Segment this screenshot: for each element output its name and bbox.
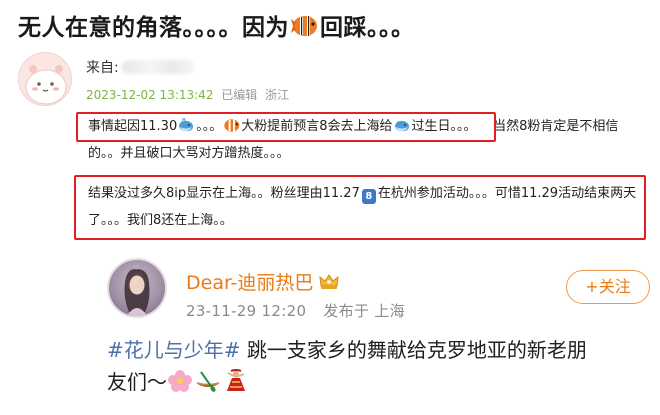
paragraph-2-line-1: 结果没过多久8ip显示在上海。。粉丝理由11.27 8 在杭州参加活动。。。可惜11… (88, 180, 648, 207)
paragraph-1-line-2: 的。。并且破口大骂对方蹭热度。。。 (88, 146, 290, 161)
embed-publish-location: 发布于 上海 (323, 302, 405, 320)
source-label: 来自: (86, 60, 119, 76)
source-line: 来自: (86, 57, 194, 77)
portrait-avatar-icon: ♡ (124, 264, 150, 316)
embed-text: #花儿与少年# 跳一支家乡的舞献给克罗地亚的新老朋 友们～ (107, 334, 652, 398)
number-8-badge-icon: 8 (361, 189, 376, 204)
paragraph-1-line-1: 事情起因11.30 。。。 大粉提前预言8会去上海给 过生日。。。 当然8粉肯定… (88, 113, 648, 140)
embed-text-1: 跳一支家乡的舞献给克罗地亚的新老朋 (240, 338, 587, 362)
embed-avatar[interactable]: ♡ (107, 258, 167, 318)
edited-label[interactable]: 已编辑 (221, 88, 257, 102)
paragraph-2-line-2: 了。。。我们8还在上海。。 (88, 213, 233, 228)
text-segment: 在杭州参加活动。。。可惜11.29活动结束两天 (377, 186, 637, 201)
flower-emoji-icon (168, 370, 192, 392)
embed-author-name[interactable]: Dear-迪丽热巴 (186, 268, 340, 295)
page-title: 无人在意的角落。。。。因为 回踩。。。 (18, 8, 415, 42)
follow-button[interactable]: +关注 (566, 270, 650, 304)
post-header: 来自: 2023-12-02 13:13:42 已编辑 浙江 (18, 48, 638, 110)
embed-text-2: 友们～ (107, 370, 167, 394)
canoe-emoji-icon (196, 371, 220, 392)
post-paragraph-1: 事情起因11.30 。。。 大粉提前预言8会去上海给 过生日。。。 当然8粉肯定… (88, 113, 648, 167)
post-date: 2023-12-02 13:13:42 (86, 88, 214, 102)
title-text-before: 无人在意的角落。。。。因为 (18, 15, 289, 41)
embed-text-line-1: #花儿与少年# 跳一支家乡的舞献给克罗地亚的新老朋 (107, 334, 652, 366)
text-segment: 当然8粉肯定是不相信 (493, 119, 619, 134)
cartoon-avatar-icon (25, 65, 67, 105)
embed-text-line-2: 友们～ (107, 366, 652, 398)
text-segment: 过生日。。。 (411, 119, 477, 134)
text-segment: 大粉提前预言8会去上海给 (241, 119, 393, 134)
avatar[interactable] (18, 52, 72, 106)
text-segment: 事情起因11.30 (88, 119, 178, 134)
embed-date: 23-11-29 12:20 (186, 302, 307, 320)
post-location: 浙江 (265, 88, 290, 102)
blurred-username (121, 60, 194, 74)
fish-emoji-icon (291, 16, 317, 36)
embedded-post: ♡ Dear-迪丽热巴 23-11-29 12:20 发布于 上海 +关注 #花… (70, 242, 660, 415)
post-paragraph-2: 结果没过多久8ip显示在上海。。粉丝理由11.27 8 在杭州参加活动。。。可惜11… (88, 180, 648, 234)
fish-emoji-icon (224, 119, 240, 132)
whale-emoji-icon (179, 118, 194, 132)
svg-text:♡: ♡ (133, 264, 139, 272)
title-text-after: 回踩。。。 (320, 15, 415, 41)
dancer-emoji-icon (227, 369, 245, 391)
embed-meta: 23-11-29 12:20 发布于 上海 (186, 300, 405, 321)
whale-emoji-icon (394, 120, 409, 132)
post-meta: 2023-12-02 13:13:42 已编辑 浙江 (86, 86, 289, 103)
crown-icon (319, 274, 340, 289)
text-segment: 结果没过多久8ip显示在上海。。粉丝理由11.27 (88, 186, 360, 201)
hashtag-link[interactable]: #花儿与少年# (107, 338, 241, 362)
text-segment: 。。。 (196, 119, 223, 134)
author-name-text[interactable]: Dear-迪丽热巴 (186, 272, 313, 294)
